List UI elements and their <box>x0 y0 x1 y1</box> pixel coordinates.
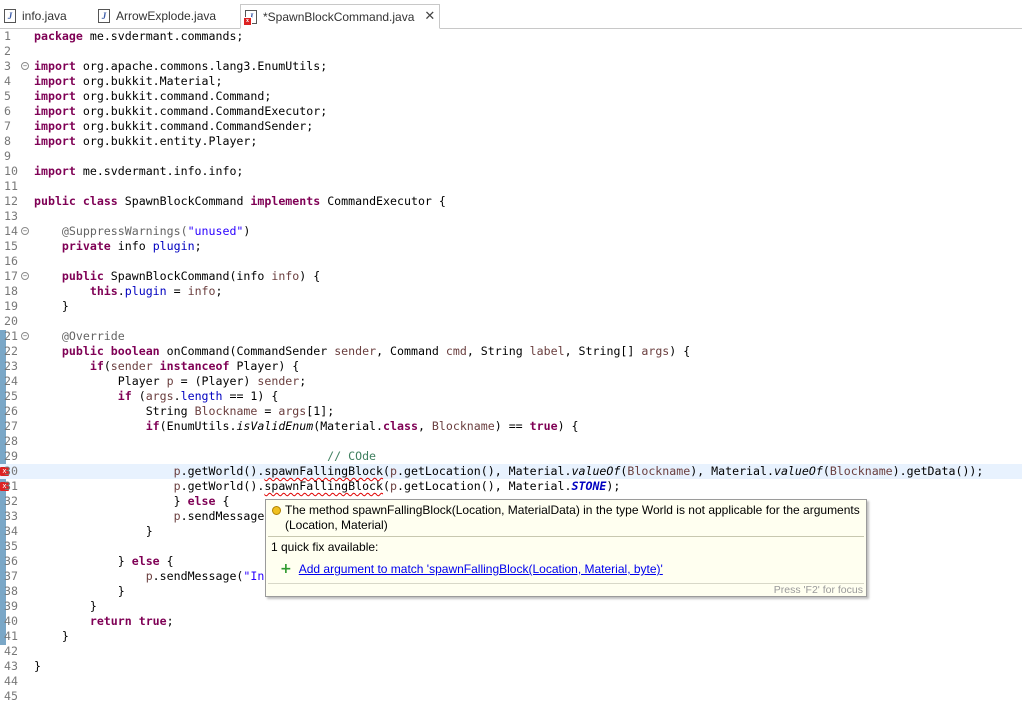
quick-fix-item[interactable]: + Add argument to match 'spawnFallingBlo… <box>280 561 663 577</box>
line-number: 38 <box>4 584 18 598</box>
plus-icon: + <box>280 561 292 577</box>
code-line-5: import org.bukkit.command.Command; <box>34 89 272 103</box>
line-number: 2 <box>4 44 11 58</box>
tab-label: *SpawnBlockCommand.java <box>263 9 415 24</box>
tab-label: ArrowExplode.java <box>116 9 217 23</box>
line-number: 41 <box>4 629 18 643</box>
code-editor[interactable]: package me.svdermant.commands; − import o… <box>0 29 1022 717</box>
code-line-41: } <box>61 629 69 643</box>
line-number: 3 <box>4 59 11 73</box>
code-line-29: // COde <box>327 449 377 463</box>
line-number: 6 <box>4 104 11 118</box>
quick-fix-hover-popup[interactable]: The method spawnFallingBlock(Location, M… <box>265 499 867 597</box>
focus-hint: Press 'F2' for focus <box>773 584 863 596</box>
line-number: 22 <box>4 344 18 358</box>
line-number: 34 <box>4 524 18 538</box>
line-number: 5 <box>4 89 11 103</box>
line-number: 19 <box>4 299 18 313</box>
line-number: 20 <box>4 314 18 328</box>
line-number: 25 <box>4 389 18 403</box>
code-line-22: public boolean onCommand(CommandSender s… <box>61 344 691 358</box>
line-number: 10 <box>4 164 18 178</box>
code-line-43: } <box>34 659 41 673</box>
divider <box>268 536 864 537</box>
tab-spawnblockcommand-java[interactable]: Jx *SpawnBlockCommand.java ✕ <box>240 4 440 29</box>
line-number: 16 <box>4 254 18 268</box>
code-line-23: if(sender instanceof Player) { <box>89 359 300 373</box>
code-line-15: private info plugin; <box>61 239 202 253</box>
line-number: 26 <box>4 404 18 418</box>
line-number: 39 <box>4 599 18 613</box>
java-file-icon: J <box>98 9 110 23</box>
code-line-7: import org.bukkit.command.CommandSender; <box>34 119 314 133</box>
line-number: 35 <box>4 539 18 553</box>
tab-label: info.java <box>22 9 67 23</box>
line-number: 27 <box>4 419 18 433</box>
close-icon[interactable]: ✕ <box>424 9 435 24</box>
code-line-1: package me.svdermant.commands; <box>34 29 244 43</box>
line-number: 43 <box>4 659 18 673</box>
line-number: 30 <box>4 464 18 478</box>
code-line-3: − import org.apache.commons.lang3.EnumUti… <box>21 59 328 73</box>
line-number: 23 <box>4 359 18 373</box>
quick-fix-count: 1 quick fix available: <box>271 540 379 554</box>
line-number: 12 <box>4 194 18 208</box>
line-number: 13 <box>4 209 18 223</box>
code-line-40: return true; <box>89 614 174 628</box>
error-icon <box>272 506 281 515</box>
line-number: 21 <box>4 329 18 343</box>
code-line-26: String Blockname = args[1]; <box>145 404 335 418</box>
line-number: 17 <box>4 269 18 283</box>
code-line-39: } <box>89 599 97 613</box>
tab-arrowexplode-java[interactable]: J ArrowExplode.java <box>94 4 236 28</box>
line-number: 37 <box>4 569 18 583</box>
line-number: 7 <box>4 119 11 133</box>
code-line-19: } <box>61 299 69 313</box>
line-number: 18 <box>4 284 18 298</box>
code-line-27: if(EnumUtils.isValidEnum(Material.class,… <box>145 419 579 433</box>
line-number: 36 <box>4 554 18 568</box>
line-number: 28 <box>4 434 18 448</box>
code-line-30: x p.getWorld().spawnFallingBlock(p.getLo… <box>0 464 1022 479</box>
line-number: 11 <box>4 179 18 193</box>
line-number: 31 <box>4 479 18 493</box>
line-number: 44 <box>4 674 18 688</box>
java-file-error-icon: Jx <box>243 9 257 26</box>
code-line-31: x p.getWorld().spawnFallingBlock(p.getLo… <box>0 479 1022 494</box>
code-line-17: − public SpawnBlockCommand(info info) { <box>21 269 321 283</box>
line-number: 33 <box>4 509 18 523</box>
line-number: 32 <box>4 494 18 508</box>
code-line-8: import org.bukkit.entity.Player; <box>34 134 258 148</box>
code-line-24: Player p = (Player) sender; <box>117 374 307 388</box>
tab-info-java[interactable]: J info.java <box>0 4 90 28</box>
code-line-21: − @Override <box>21 329 125 343</box>
line-number: 24 <box>4 374 18 388</box>
code-line-25: if (args.length == 1) { <box>117 389 279 403</box>
line-number: 42 <box>4 644 18 658</box>
quick-fix-link[interactable]: Add argument to match 'spawnFallingBlock… <box>299 562 663 576</box>
code-line-4: import org.bukkit.Material; <box>34 74 223 88</box>
code-line-12: public class SpawnBlockCommand implement… <box>34 194 446 208</box>
line-number: 8 <box>4 134 11 148</box>
line-number: 14 <box>4 224 18 238</box>
error-message: The method spawnFallingBlock(Location, M… <box>285 503 860 532</box>
line-number: 9 <box>4 149 11 163</box>
line-number: 15 <box>4 239 18 253</box>
line-number: 4 <box>4 74 11 88</box>
line-number: 29 <box>4 449 18 463</box>
code-line-14: − @SuppressWarnings("unused") <box>21 224 251 238</box>
code-line-10: import me.svdermant.info.info; <box>34 164 244 178</box>
code-line-6: import org.bukkit.command.CommandExecuto… <box>34 104 328 118</box>
editor-tab-bar: J info.java J ArrowExplode.java Jx *Spaw… <box>0 0 1022 29</box>
line-number: 40 <box>4 614 18 628</box>
line-number: 1 <box>4 29 11 43</box>
line-number: 45 <box>4 689 18 703</box>
code-line-18: this.plugin = info; <box>89 284 223 298</box>
java-file-icon: J <box>4 9 16 23</box>
